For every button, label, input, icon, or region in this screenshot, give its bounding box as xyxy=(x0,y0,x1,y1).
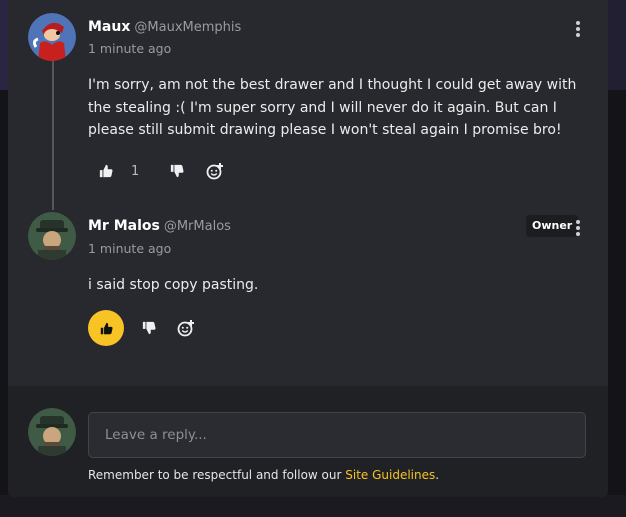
author-handle[interactable]: @MauxMemphis xyxy=(134,20,241,35)
comment-body: i said stop copy pasting. xyxy=(88,277,259,293)
comment-thread-panel: Maux @MauxMemphis 1 minute ago I'm sorry,… xyxy=(8,0,608,497)
site-guidelines-link[interactable]: Site Guidelines xyxy=(345,468,435,482)
add-reaction-button[interactable] xyxy=(204,160,226,182)
avatar-mr-malos[interactable] xyxy=(28,212,76,260)
guidelines-prefix: Remember to be respectful and follow our xyxy=(88,468,346,482)
comment-author[interactable]: Maux @MauxMemphis xyxy=(88,19,241,35)
author-name[interactable]: Mr Malos xyxy=(88,218,160,234)
thumbs-up-icon xyxy=(100,322,113,334)
avatar-maux[interactable] xyxy=(28,13,76,61)
dislike-button[interactable] xyxy=(167,161,187,181)
like-button-active[interactable] xyxy=(88,310,124,346)
add-emoji-icon xyxy=(177,320,194,337)
guidelines-suffix: . xyxy=(435,468,440,482)
more-options-icon[interactable] xyxy=(572,20,584,38)
guidelines-note: Remember to be respectful and follow our… xyxy=(88,468,439,482)
reply-area: Remember to be respectful and follow our… xyxy=(8,386,608,497)
author-handle[interactable]: @MrMalos xyxy=(164,219,231,234)
current-user-avatar xyxy=(28,408,76,456)
page-background-bottom xyxy=(0,495,626,517)
comment-timestamp: 1 minute ago xyxy=(88,241,172,256)
comment-timestamp: 1 minute ago xyxy=(88,41,172,56)
thumbs-up-icon xyxy=(99,164,113,178)
add-reaction-button[interactable] xyxy=(175,317,197,339)
more-options-icon[interactable] xyxy=(572,219,584,237)
like-button[interactable] xyxy=(96,161,116,181)
author-name[interactable]: Maux xyxy=(88,19,130,35)
thumbs-down-icon xyxy=(142,321,156,335)
add-emoji-icon xyxy=(206,163,223,180)
thumbs-down-icon xyxy=(170,164,184,178)
comment-body: I'm sorry, am not the best drawer and I … xyxy=(88,77,577,138)
reply-input[interactable] xyxy=(88,412,586,458)
like-count: 1 xyxy=(131,164,140,179)
owner-badge: Owner xyxy=(526,215,579,237)
thread-line xyxy=(52,60,54,210)
comment-author[interactable]: Mr Malos @MrMalos xyxy=(88,218,231,234)
dislike-button[interactable] xyxy=(139,318,159,338)
